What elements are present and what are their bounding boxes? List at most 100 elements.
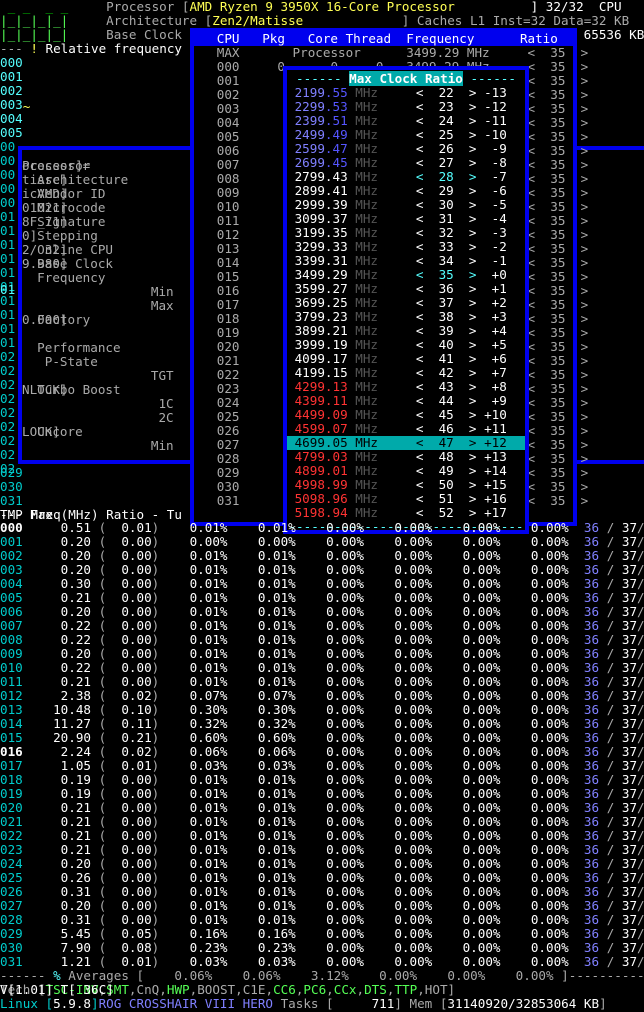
freq-dec: .23 [324,309,348,324]
cpu-id: 016 [0,744,23,759]
cpu-ratio-field[interactable]: < 35 > [528,451,589,466]
cpu-ratio-field[interactable]: < 35 > [528,213,589,228]
cpu-ratio-field[interactable]: < 35 > [528,241,589,256]
freq: 1.05 [22,758,91,773]
ratio-option[interactable]: 3799.23 MHz < 38 > +3 [287,310,525,324]
freq: 0.19 [22,786,91,801]
cpu-ratio-field[interactable]: < 35 > [528,185,589,200]
cpu-id: 011 [0,674,23,689]
cpu-ratio-field[interactable]: < 35 > [528,73,589,88]
pct: 0.00% [295,870,365,885]
slash: / [637,912,644,927]
ratio-option[interactable]: 3899.21 MHz < 39 > +4 [287,324,525,338]
ratio-option[interactable]: 2599.47 MHz < 26 > -9 [287,142,525,156]
ratio: 0.00 [113,870,152,885]
cpu-ratio-field[interactable]: < 35 > [528,311,589,326]
avg-toggle[interactable]: % [53,968,61,983]
cpu-ratio-field[interactable]: < 35 > [528,409,589,424]
ratio-option[interactable]: 4099.17 MHz < 41 > +6 [287,352,525,366]
ratio-option[interactable]: 4399.11 MHz < 44 > +9 [287,394,525,408]
freq: 0.20 [22,534,91,549]
cpu-ratio-field[interactable]: < 35 > [528,465,589,480]
cpu-ratio-field[interactable]: < 35 > [528,297,589,312]
ratio-option[interactable]: 4499.09 MHz < 45 > +10 [287,408,525,422]
ratio-option[interactable]: 2899.41 MHz < 29 > -6 [287,184,525,198]
cpu-ratio-field[interactable]: < 35 > [528,59,589,74]
ratio-option[interactable]: 3699.25 MHz < 37 > +2 [287,296,525,310]
table-row: 006 0.20 ( 0.00) 0.01% 0.01% 0.00% 0.00%… [0,605,644,619]
ratio-option[interactable]: 2199.55 MHz < 22 > -13 [287,86,525,100]
ratio-option[interactable]: 4799.03 MHz < 48 > +13 [287,450,525,464]
cpu-ratio-field[interactable]: < 35 > [528,325,589,340]
cpu-row-id: 008 [216,171,240,186]
max-clock-ratio-dialog[interactable]: ------ Max Clock Ratio ------ 2199.55 MH… [283,66,529,534]
pct: 0.00% [364,716,433,731]
pct: 0.00% [500,758,569,773]
ratio-option[interactable]: 5098.96 MHz < 51 > +16 [287,492,525,506]
pct: 0.00% [364,912,433,927]
table-row: 003 0.20 ( 0.00) 0.01% 0.01% 0.00% 0.00%… [0,563,644,577]
cpu-ratio-field[interactable]: < 35 > [528,493,589,508]
tmp: 37 [614,660,638,675]
cpu-ratio-field[interactable]: < 35 > [528,395,589,410]
cpu-ratio-field[interactable]: < 35 > [528,157,589,172]
cpu-id: 019 [0,786,23,801]
ratio-value: < 31 > [393,211,477,226]
cpu-ratio-field[interactable]: < 35 > [528,269,589,284]
cpu-ratio-field[interactable]: < 35 > [528,283,589,298]
ratio-option[interactable]: 3399.31 MHz < 34 > -1 [287,254,525,268]
ratio-option[interactable]: 3999.19 MHz < 40 > +5 [287,338,525,352]
ratio-option[interactable]: 2699.45 MHz < 27 > -8 [287,156,525,170]
ratio-option[interactable]: 2799.43 MHz < 28 > -7 [287,170,525,184]
cpu-ratio-field[interactable]: < 35 > [528,143,589,158]
pct: 0.00% [295,646,365,661]
freq-int: 3799 [287,309,325,324]
pct: 0.00% [432,534,501,549]
cpu-marker: 02 [0,392,15,406]
cpu-ratio-field[interactable]: < 35 > [528,479,589,494]
ratio-option[interactable]: 3599.27 MHz < 36 > +1 [287,282,525,296]
cpu-id: 010 [0,660,23,675]
cpu-id: 024 [0,856,23,871]
ratio-option[interactable]: 4599.07 MHz < 46 > +11 [287,422,525,436]
ratio-option[interactable]: 4299.13 MHz < 43 > +8 [287,380,525,394]
ratio-option[interactable]: 2299.53 MHz < 23 > -12 [287,100,525,114]
ratio-option[interactable]: 2399.51 MHz < 24 > -11 [287,114,525,128]
cpu-ratio-field[interactable]: < 35 > [528,423,589,438]
ratio-option[interactable]: 4998.99 MHz < 50 > +15 [287,478,525,492]
ratio-option[interactable]: 4899.01 MHz < 49 > +14 [287,464,525,478]
cpu-ratio-field[interactable]: < 35 > [528,101,589,116]
ratio-option-selected[interactable]: 4699.05 MHz < 47 > +12 [287,436,525,450]
ratio-option[interactable]: 2499.49 MHz < 25 > -10 [287,128,525,142]
ratio-option[interactable]: 3099.37 MHz < 31 > -4 [287,212,525,226]
cpu-ratio-field[interactable]: < 35 > [528,115,589,130]
cpu-ratio-field[interactable]: < 35 > [528,437,589,452]
cpu-ratio-field[interactable]: < 35 > [528,171,589,186]
cpu-id: 008 [0,632,23,647]
ratio-value: < 40 > [393,337,477,352]
ratio-option[interactable]: 3199.35 MHz < 32 > -3 [287,226,525,240]
cpu-ratio-field[interactable]: < 35 > [528,227,589,242]
cpu-ratio-field[interactable]: < 35 > [528,339,589,354]
ratio-value: < 27 > [393,155,477,170]
cpu-ratio-field[interactable]: < 35 > [528,199,589,214]
relfreq-toggle[interactable]: ! [30,41,38,56]
tmp: 37 [614,562,638,577]
cpu-ratio-field[interactable]: < 35 > [528,381,589,396]
cpu-ratio-field[interactable]: < 35 > [528,87,589,102]
ratio-option[interactable]: 4199.15 MHz < 42 > +7 [287,366,525,380]
table-row: 018 0.19 ( 0.00) 0.01% 0.01% 0.00% 0.00%… [0,773,644,787]
cpu-ratio-field[interactable]: < 35 > [528,367,589,382]
max-ratio[interactable]: < 35 > [528,45,589,60]
cpu-ratio-field[interactable]: < 35 > [528,129,589,144]
cpu-ratio-field[interactable]: < 35 > [528,353,589,368]
ratio-value: < 32 > [393,225,477,240]
unit: MHz [347,463,379,478]
ratio-option[interactable]: 2999.39 MHz < 30 > -5 [287,198,525,212]
tmp-min: 36 [568,940,600,955]
ratio-option[interactable]: 3299.33 MHz < 33 > -2 [287,240,525,254]
cpu-ratio-field[interactable]: < 35 > [528,255,589,270]
pct: 0.00% [159,534,228,549]
ratio-option[interactable]: 3499.29 MHz < 35 > +0 [287,268,525,282]
avg-value: 3.12% [280,968,349,983]
